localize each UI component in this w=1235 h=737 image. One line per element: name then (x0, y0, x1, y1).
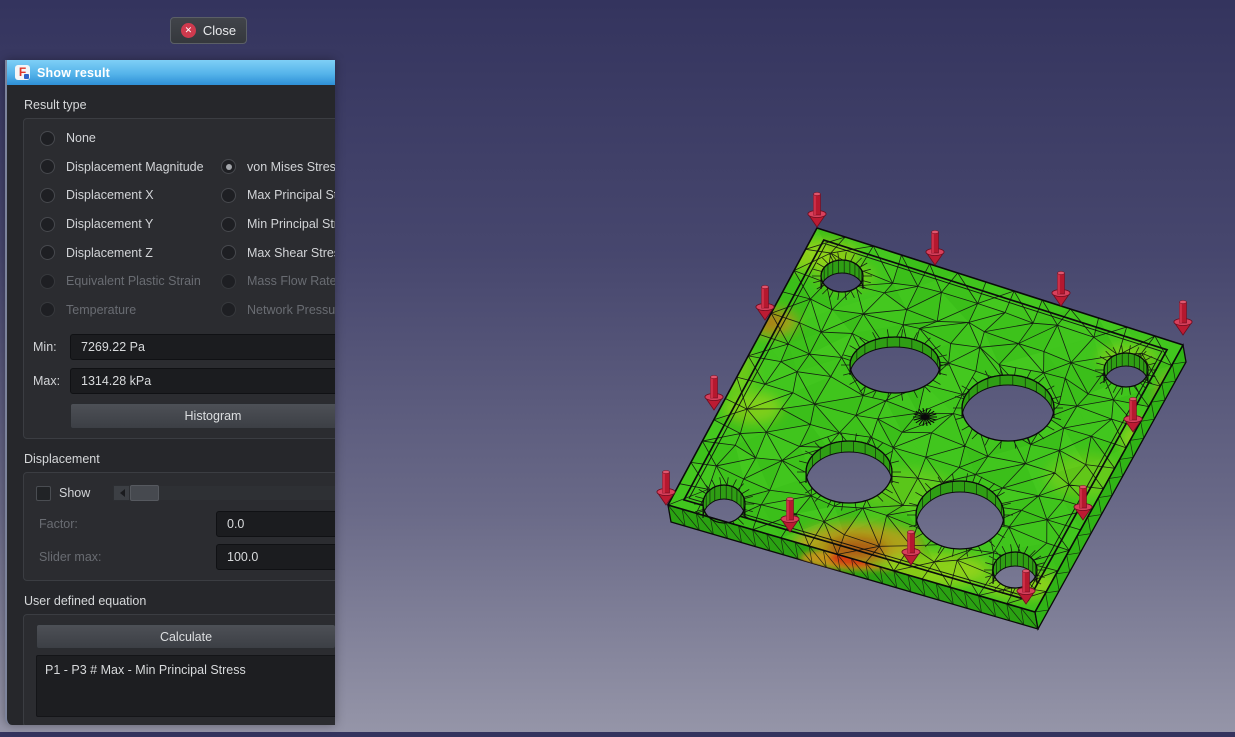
freecad-icon: F (15, 65, 30, 80)
radio-mass-flow-rate (221, 274, 236, 289)
show-row: Show (24, 482, 335, 504)
radio-label-displacement-y: Displacement Y (66, 217, 153, 231)
min-value-field[interactable] (70, 334, 335, 360)
histogram-button[interactable]: Histogram (70, 403, 335, 429)
dialog-titlebar: F Show result (7, 60, 335, 85)
force-arrow (808, 192, 826, 227)
radio-label-none: None (66, 131, 96, 145)
radio-displacement-z[interactable] (40, 245, 55, 260)
radio-none[interactable] (40, 131, 55, 146)
slider-groove[interactable] (159, 486, 335, 500)
force-arrow (926, 230, 944, 265)
radio-von-mises-stress[interactable] (221, 159, 236, 174)
radio-label-temperature: Temperature (66, 303, 136, 317)
equation-groupbox: Calculate P1 - P3 # Max - Min Principal … (23, 614, 335, 725)
slider-max-label: Slider max: (39, 550, 216, 564)
displacement-groupbox: Show Factor: Slider max: (23, 472, 335, 581)
radio-equivalent-plastic-strain (40, 274, 55, 289)
slider-max-row: Slider max: (39, 544, 335, 570)
max-row: Max: (33, 368, 335, 394)
radio-min-principal-stress[interactable] (221, 217, 236, 232)
displacement-label: Displacement (24, 452, 335, 466)
displacement-slider[interactable] (113, 486, 335, 501)
x-circle-icon: ✕ (181, 23, 196, 38)
result-type-label: Result type (24, 98, 335, 112)
result-type-groupbox: None Displacement Magnitude von Mises Stre… (23, 118, 335, 439)
radio-temperature (40, 302, 55, 317)
radio-row: Equivalent Plastic Strain Mass Flow Rate (24, 267, 335, 296)
close-button[interactable]: ✕ Close (170, 17, 247, 44)
radio-max-shear-stress-tresca[interactable] (221, 245, 236, 260)
radio-label-von-mises-stress: von Mises Stress (247, 160, 335, 174)
radio-label-max-principal-stress: Max Principal Stress (247, 188, 335, 202)
radio-row: Displacement Z Max Shear Stress (Tresca) (24, 238, 335, 267)
radio-displacement-magnitude[interactable] (40, 159, 55, 174)
radio-row: Displacement Magnitude von Mises Stress (24, 153, 335, 182)
factor-label: Factor: (39, 517, 216, 531)
max-value-field[interactable] (70, 368, 335, 394)
radio-label-displacement-x: Displacement X (66, 188, 154, 202)
force-arrow (1052, 271, 1070, 306)
show-checkbox[interactable] (36, 486, 51, 501)
radio-displacement-x[interactable] (40, 188, 55, 203)
force-arrow (705, 375, 723, 410)
dialog-title: Show result (37, 66, 110, 80)
calculate-button[interactable]: Calculate (36, 624, 335, 649)
radio-label-max-shear-stress-tresca: Max Shear Stress (Tresca) (247, 246, 335, 260)
factor-field[interactable] (216, 511, 335, 537)
radio-row: Displacement Y Min Principal Stress (24, 210, 335, 239)
show-checkbox-label: Show (59, 486, 90, 500)
show-result-dialog: F Show result Result type None Displaceme… (5, 60, 335, 725)
radio-label-equivalent-plastic-strain: Equivalent Plastic Strain (66, 274, 201, 288)
slider-max-field[interactable] (216, 544, 335, 570)
equation-input[interactable]: P1 - P3 # Max - Min Principal Stress (36, 655, 335, 717)
radio-row: Temperature Network Pressure (24, 296, 335, 325)
radio-displacement-y[interactable] (40, 217, 55, 232)
radio-label-displacement-z: Displacement Z (66, 246, 153, 260)
result-type-radio-grid: None Displacement Magnitude von Mises Stre… (24, 119, 335, 326)
factor-row: Factor: (39, 511, 335, 537)
radio-label-displacement-magnitude: Displacement Magnitude (66, 160, 204, 174)
close-button-label: Close (203, 23, 236, 38)
radio-row: None (24, 124, 335, 153)
min-row: Min: (33, 334, 335, 360)
equation-label: User defined equation (24, 594, 335, 608)
force-arrow (1174, 300, 1192, 335)
max-label: Max: (33, 374, 70, 388)
radio-network-pressure (221, 302, 236, 317)
radio-row: Displacement X Max Principal Stress (24, 181, 335, 210)
slider-left-arrow-icon[interactable] (113, 485, 130, 501)
min-label: Min: (33, 340, 70, 354)
radio-label-mass-flow-rate: Mass Flow Rate (247, 274, 335, 288)
slider-handle[interactable] (130, 485, 159, 501)
radio-label-min-principal-stress: Min Principal Stress (247, 217, 335, 231)
radio-max-principal-stress[interactable] (221, 188, 236, 203)
radio-label-network-pressure: Network Pressure (247, 303, 335, 317)
